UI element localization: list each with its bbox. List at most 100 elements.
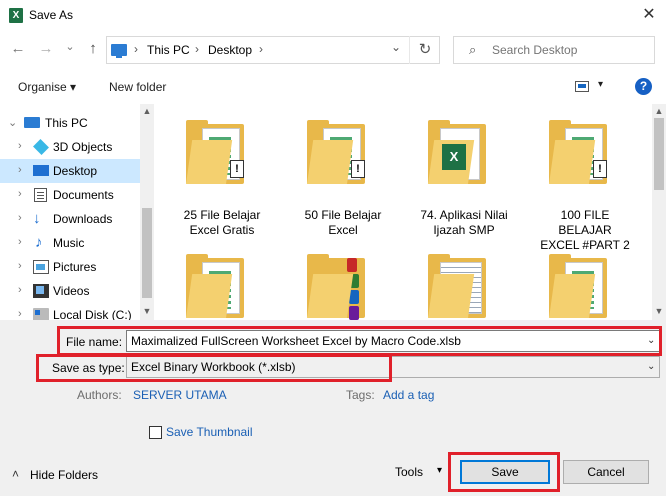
computer-icon [24,117,40,128]
sidebar-item-pictures[interactable]: › Pictures [0,255,140,279]
list-item[interactable]: ! 50 File Belajar Excel [293,104,393,254]
scroll-up-icon[interactable]: ▲ [140,106,154,116]
folder-icon: X [428,120,490,184]
list-item[interactable] [414,238,514,320]
search-box[interactable]: ⌕ [453,36,655,64]
list-item[interactable] [293,238,393,320]
save-button-highlight [448,452,560,492]
folder-icon [186,254,248,318]
pictures-icon [33,260,49,274]
authors-label: Authors: [77,388,122,402]
expanded-chevron-icon[interactable]: ⌄ [8,116,17,129]
scroll-down-icon[interactable]: ▼ [140,306,154,316]
sidebar-item-desktop[interactable]: › Desktop [0,159,140,183]
tools-dropdown-icon[interactable]: ▾ [437,465,442,476]
list-item[interactable] [535,238,635,320]
excel-app-icon: X [9,8,23,23]
sidebar-item-local-disk[interactable]: › Local Disk (C:) [0,303,140,320]
tags-label: Tags: [346,388,375,402]
music-icon: ♪ [35,234,43,251]
organise-button[interactable]: Organise ▾ [18,80,76,94]
new-folder-button[interactable]: New folder [109,80,166,94]
address-dropdown-icon[interactable]: ⌄ [391,40,401,54]
sidebar-item-label: Local Disk (C:) [53,308,132,320]
chevron-right-icon[interactable]: › [18,140,22,152]
desktop-icon [33,165,49,176]
sidebar-item-label: Documents [53,188,114,202]
sidebar-item-label: 3D Objects [53,140,113,154]
file-list-scroll-thumb[interactable] [654,118,664,190]
sidebar-item-this-pc[interactable]: ⌄ This PC [0,111,140,135]
computer-icon [111,44,127,58]
folder-icon: ! [307,120,369,184]
scroll-up-icon[interactable]: ▲ [652,106,666,116]
forward-arrow-icon[interactable]: → [36,39,56,59]
address-bar[interactable]: › This PC › Desktop › ⌄ [106,36,440,64]
sidebar-item-label: Videos [53,284,90,298]
sidebar-scroll-thumb[interactable] [142,208,152,298]
save-thumbnail-checkbox[interactable] [149,426,162,439]
authors-value[interactable]: SERVER UTAMA [133,388,227,402]
sidebar-item-label: Music [53,236,85,250]
file-label: 74. Aplikasi Nilai Ijazah SMP [420,208,508,237]
add-tag-link[interactable]: Add a tag [383,388,434,402]
file-label: 50 File Belajar Excel [304,208,382,237]
sidebar-item-label: Downloads [53,212,113,226]
save-thumbnail-label[interactable]: Save Thumbnail [166,425,253,439]
chevron-right-icon[interactable]: › [18,236,22,248]
change-view-icon[interactable] [575,81,589,92]
breadcrumb-this-pc[interactable]: This PC [147,43,190,57]
save-type-highlight [36,354,392,382]
close-icon[interactable]: ✕ [634,2,664,28]
list-item[interactable]: X 74. Aplikasi Nilai Ijazah SMP [414,104,514,254]
sidebar-item-label: Desktop [53,164,98,178]
file-list: ! 25 File Belajar Excel Gratis ! 50 File … [154,104,652,320]
folder-icon: ! [549,120,611,184]
breadcrumb-desktop[interactable]: Desktop [208,43,252,57]
hide-folders-button[interactable]: Hide Folders [30,468,98,482]
search-input[interactable] [492,43,642,57]
sidebar-item-label: Pictures [53,260,97,274]
view-dropdown-icon[interactable]: ▾ [598,79,603,90]
tools-button[interactable]: Tools [395,465,423,479]
chevron-right-icon[interactable]: › [18,308,22,320]
chevron-right-icon[interactable]: › [18,188,22,200]
videos-icon [33,284,49,298]
chevron-right-icon[interactable]: › [18,260,22,272]
chevron-right-icon[interactable]: › [18,284,22,296]
list-item[interactable] [172,238,272,320]
excel-file-icon: X [442,144,466,170]
file-name-highlight [57,326,662,356]
sidebar-item-music[interactable]: › ♪ Music [0,231,140,255]
command-bar [0,73,666,103]
back-arrow-icon[interactable]: ← [8,39,28,59]
breadcrumb-separator-icon: › [195,42,199,56]
window-title: Save As [29,8,74,22]
sidebar-item-label: This PC [45,116,88,130]
scroll-down-icon[interactable]: ▼ [652,306,666,316]
list-item[interactable]: ! 25 File Belajar Excel Gratis [172,104,272,254]
recent-locations-icon[interactable]: ⌄ [62,37,78,57]
download-icon: ↓ [33,210,41,227]
chevron-down-icon[interactable]: ⌄ [647,361,655,372]
list-item[interactable]: ! 100 FILE BELAJAR EXCEL #PART 2 [535,104,635,254]
title-bar [0,0,666,32]
chevron-right-icon[interactable]: › [18,164,22,176]
chevron-right-icon[interactable]: › [18,212,22,224]
navigation-pane: ⌄ This PC › 3D Objects › Desktop › Docum… [0,104,154,320]
help-icon[interactable]: ? [635,78,652,95]
sidebar-item-documents[interactable]: › Documents [0,183,140,207]
file-label: 25 File Belajar Excel Gratis [183,208,261,237]
folder-icon [307,254,369,320]
refresh-icon[interactable]: ↻ [409,36,440,64]
sidebar-item-3d-objects[interactable]: › 3D Objects [0,135,140,159]
sidebar-item-videos[interactable]: › Videos [0,279,140,303]
folder-icon [428,254,490,318]
cancel-button[interactable]: Cancel [563,460,649,484]
chevron-up-icon[interactable]: ˄ [12,467,19,481]
up-arrow-icon[interactable]: ↑ [84,39,102,59]
search-icon: ⌕ [469,42,477,57]
document-icon [34,188,47,202]
sidebar-item-downloads[interactable]: › ↓ Downloads [0,207,140,231]
breadcrumb-separator-icon: › [134,42,138,56]
